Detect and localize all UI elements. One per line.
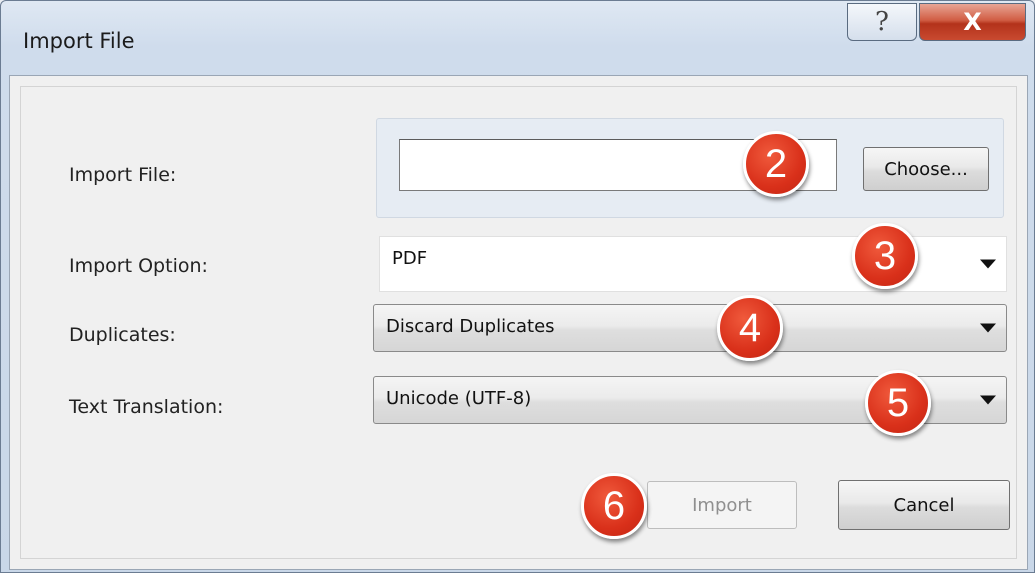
duplicates-label: Duplicates:: [69, 324, 176, 346]
chevron-down-icon: [980, 395, 996, 405]
form-group: Import File: Choose... Import Option: PD…: [20, 86, 1017, 559]
dialog-body: Import File: Choose... Import Option: PD…: [9, 75, 1028, 570]
step-badge-3: 3: [852, 223, 918, 289]
help-icon: ?: [875, 7, 889, 37]
duplicates-value: Discard Duplicates: [386, 316, 555, 337]
close-button[interactable]: X: [919, 3, 1026, 41]
dialog-title: Import File: [23, 29, 135, 53]
help-button[interactable]: ?: [847, 3, 917, 41]
choose-button[interactable]: Choose...: [863, 147, 989, 191]
duplicates-select[interactable]: Discard Duplicates: [373, 304, 1007, 352]
close-icon: X: [963, 8, 982, 36]
import-file-label: Import File:: [69, 164, 177, 186]
title-bar[interactable]: Import File ? X: [1, 1, 1035, 73]
chevron-down-icon: [980, 323, 996, 333]
step-badge-2: 2: [743, 131, 809, 197]
import-option-label: Import Option:: [69, 255, 208, 277]
step-badge-4: 4: [717, 295, 783, 361]
text-translation-value: Unicode (UTF-8): [386, 388, 532, 409]
import-option-value: PDF: [392, 248, 428, 269]
cancel-button[interactable]: Cancel: [838, 480, 1010, 530]
import-button[interactable]: Import: [647, 481, 797, 529]
step-badge-6: 6: [581, 473, 647, 539]
text-translation-label: Text Translation:: [69, 396, 224, 418]
step-badge-5: 5: [865, 370, 931, 436]
chevron-down-icon: [980, 259, 996, 269]
dialog-window: Import File ? X Import File: Choose... I…: [0, 0, 1035, 573]
